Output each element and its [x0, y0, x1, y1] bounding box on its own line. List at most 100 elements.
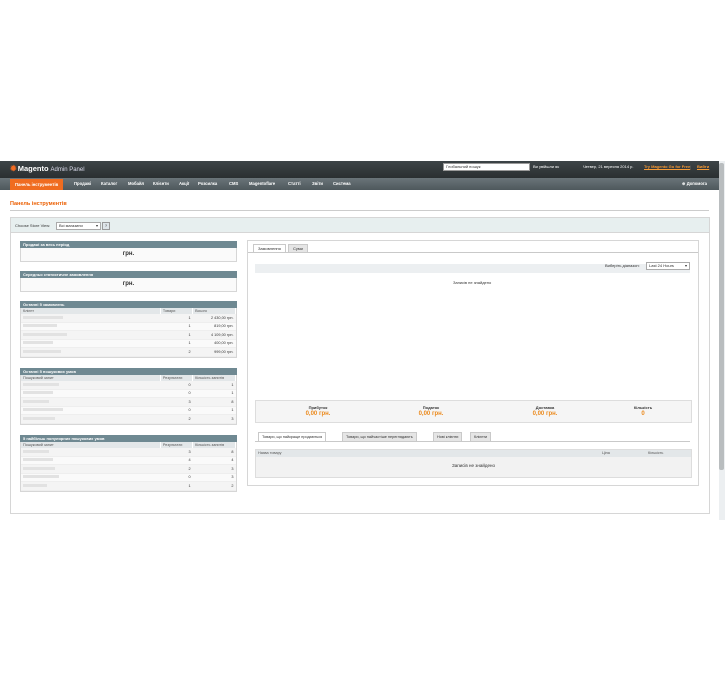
avg-order-value: грн.	[122, 281, 135, 287]
table-row[interactable]: 44	[21, 456, 236, 465]
header-separator: |	[690, 164, 692, 169]
totals-bar: Прибуток 0,00 грн. Податок 0,00 грн. Доста…	[255, 400, 692, 423]
tab-bestsellers[interactable]: Товари, що найкраще продаються	[258, 432, 327, 441]
customer-name-redacted	[23, 332, 67, 336]
col-product-name: Назва товару	[258, 451, 282, 455]
logo-suffix: Admin Panel	[50, 167, 85, 173]
tab-new-customers[interactable]: Нові клієнти	[433, 432, 463, 441]
customer-name-redacted	[23, 349, 61, 353]
search-results: 0	[160, 473, 193, 482]
nav-promotions[interactable]: Акції	[179, 181, 189, 186]
nav-reports[interactable]: Звіти	[312, 181, 323, 186]
col-quantity: Кількість	[648, 451, 664, 455]
search-term-redacted	[23, 382, 59, 386]
table-row[interactable]: 01	[21, 381, 236, 390]
search-results: 2	[160, 414, 193, 424]
total-value: 0,00 грн.	[305, 411, 331, 417]
table-row[interactable]: 12	[21, 481, 236, 491]
search-results: 3	[160, 397, 193, 407]
search-results: 0	[160, 406, 193, 415]
global-search-input[interactable]: Глобальний пошук	[443, 163, 530, 171]
table-row[interactable]: 1 400,00 грн.	[21, 339, 236, 348]
period-value: Last 24 Hours	[649, 263, 674, 268]
last-orders-title: Останні 5 замовлень	[20, 301, 237, 308]
nav-magentoflare[interactable]: Magentoflare	[249, 181, 275, 186]
top-search-table: Пошуковий запит Результати Кількість зап…	[21, 442, 236, 491]
order-total: 4 109,00 грн.	[192, 330, 236, 340]
table-row[interactable]: 2 999,00 грн.	[21, 347, 236, 357]
table-row[interactable]: 03	[21, 473, 236, 482]
search-term-redacted	[23, 391, 53, 395]
store-view-select[interactable]: Всі магазини ▾	[56, 222, 101, 230]
avg-order-box: Середньо статистичне замовлення грн.	[20, 271, 237, 292]
main-nav: Панель інструментів Продажі Каталог Моба…	[0, 178, 719, 190]
table-row[interactable]: 23	[21, 414, 236, 424]
total-value: 0,00 грн.	[532, 411, 558, 417]
total-value: 0,00 грн.	[418, 411, 444, 417]
scrollbar-thumb[interactable]	[719, 163, 724, 470]
order-items: 2	[160, 347, 193, 357]
search-results: 4	[160, 456, 193, 465]
nav-catalog[interactable]: Каталог	[101, 181, 117, 186]
search-term-redacted	[23, 408, 63, 412]
tab-orders[interactable]: Замовлення	[253, 244, 286, 252]
nav-cms[interactable]: CMS	[229, 181, 238, 186]
scope-help-button[interactable]: ?	[102, 222, 110, 230]
nav-customers[interactable]: Клієнти	[153, 181, 169, 186]
last-orders-table: Клієнт Товари Всього 12 430,00 грн. 1 819…	[21, 308, 236, 357]
table-row[interactable]: 38	[21, 397, 236, 407]
total-label: Кількість	[633, 405, 653, 410]
search-uses: 8	[192, 397, 236, 407]
table-row[interactable]: 12 430,00 грн.	[21, 314, 236, 323]
chevron-down-icon: ▾	[684, 263, 687, 268]
customer-name-redacted	[23, 315, 63, 319]
search-term-redacted	[23, 475, 59, 479]
logout-link[interactable]: Вийти	[697, 164, 709, 169]
table-row[interactable]: 01	[21, 406, 236, 415]
search-results: 3	[160, 448, 193, 457]
table-row[interactable]: 01	[21, 389, 236, 398]
tab-customers[interactable]: Клієнти	[470, 432, 492, 441]
header-date: Четвер, 21 вересня 2014 р.	[583, 164, 634, 169]
top-search-title: 5 найбільш популярних пошукових умов	[20, 435, 237, 442]
total-label: Податок	[422, 405, 440, 410]
search-uses: 3	[192, 464, 236, 474]
table-row[interactable]: 38	[21, 448, 236, 457]
table-row[interactable]: 23	[21, 464, 236, 474]
order-total: 2 430,00 грн.	[192, 314, 236, 323]
order-total: 819,00 грн.	[192, 322, 236, 331]
nav-dashboard[interactable]: Панель інструментів	[10, 179, 64, 190]
search-uses: 3	[192, 414, 236, 424]
search-term-redacted	[23, 483, 47, 487]
order-total: 400,00 грн.	[192, 339, 236, 348]
nav-help-label: Допомога	[686, 181, 707, 186]
nav-system[interactable]: Система	[333, 181, 351, 186]
tab-most-viewed[interactable]: Товари, що найчастіше переглядають	[342, 432, 417, 441]
last-search-table: Пошуковий запит Результати Кількість зап…	[21, 375, 236, 424]
search-uses: 1	[192, 381, 236, 390]
store-scope-bar: Choose Store View: Всі магазини ▾ ?	[10, 217, 710, 233]
lifetime-sales-value: грн.	[122, 251, 135, 257]
logged-in-label: Ви увійшли як	[533, 164, 560, 169]
magento-logo[interactable]: ✹Magento Admin Panel	[10, 164, 85, 173]
scope-label: Choose Store View:	[15, 223, 51, 228]
search-results: 2	[160, 464, 193, 474]
order-items: 1	[160, 330, 193, 340]
nav-mobile[interactable]: Мобайл	[128, 181, 144, 186]
page-title: Панель інструментів	[10, 201, 67, 207]
nav-articles[interactable]: Статті	[288, 181, 301, 186]
customer-name-redacted	[23, 324, 57, 328]
nav-newsletter[interactable]: Розсилка	[198, 181, 217, 186]
period-select[interactable]: Last 24 Hours ▾	[646, 262, 690, 270]
order-items: 1	[160, 314, 193, 323]
col-price: Ціна	[602, 451, 610, 455]
period-label: Виберіть діапазон:	[605, 263, 640, 268]
table-row[interactable]: 1 819,00 грн.	[21, 322, 236, 331]
try-magento-link[interactable]: Try Magento Go for Free	[644, 164, 690, 169]
nav-sales[interactable]: Продажі	[74, 181, 91, 186]
nav-help[interactable]: ⊕ Допомога	[682, 181, 707, 186]
lifetime-sales-title: Продажі за весь період	[20, 241, 237, 248]
tab-amounts[interactable]: Суми	[288, 244, 308, 252]
total-value: 0	[641, 411, 645, 417]
table-row[interactable]: 14 109,00 грн.	[21, 330, 236, 340]
